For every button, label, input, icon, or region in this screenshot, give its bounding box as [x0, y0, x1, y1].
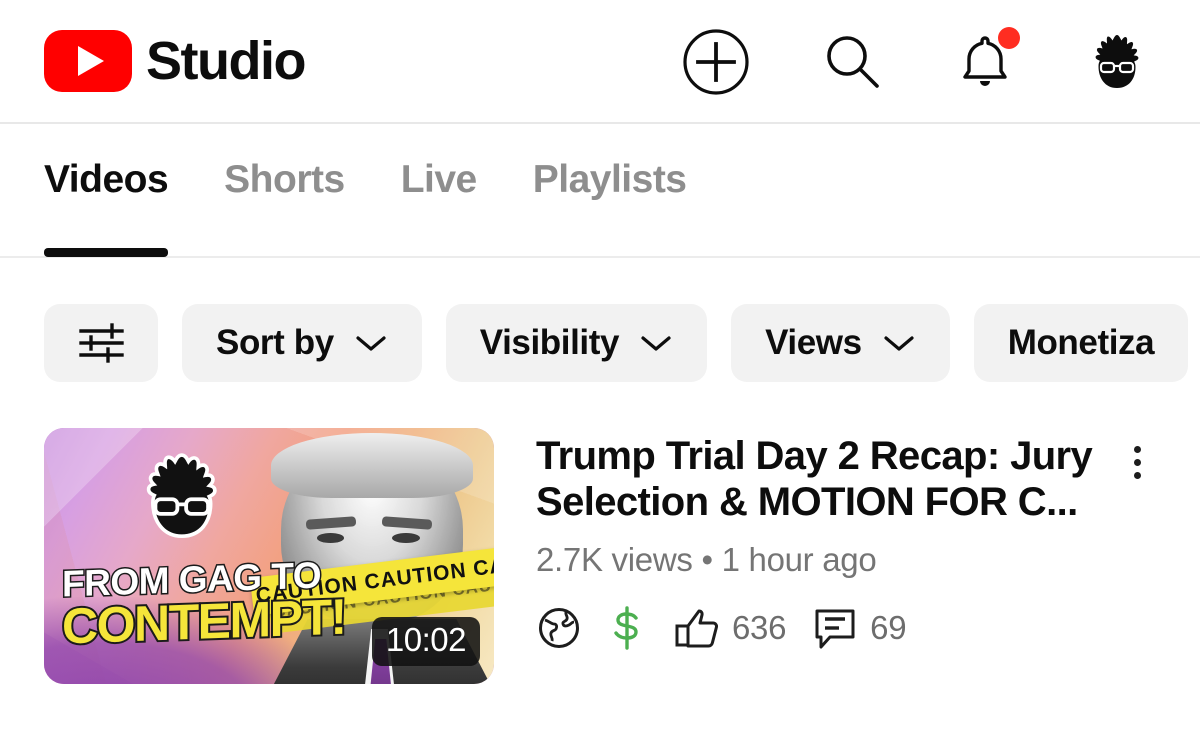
- bell-icon[interactable]: [954, 27, 1020, 93]
- monetization-status[interactable]: [608, 605, 648, 651]
- chevron-down-icon: [641, 336, 671, 351]
- video-stats-line: 2.7K views • 1 hour ago: [536, 541, 1200, 579]
- app-title: Studio: [146, 31, 306, 91]
- filter-button[interactable]: [44, 304, 158, 382]
- video-published: 1 hour ago: [721, 541, 877, 579]
- video-details: Trump Trial Day 2 Recap: Jury Selection …: [536, 428, 1200, 684]
- stats-separator: •: [701, 541, 713, 579]
- header-actions: [682, 0, 1148, 124]
- three-dot-vertical-menu-icon[interactable]: [1134, 434, 1141, 479]
- chevron-down-icon: [356, 336, 386, 351]
- brand-logo-group[interactable]: Studio: [44, 30, 306, 92]
- tune-sliders-icon: [79, 323, 124, 363]
- chip-monetization[interactable]: Monetiza: [973, 304, 1189, 382]
- video-status-icons: 636 69: [536, 605, 1200, 651]
- plus-circle-icon[interactable]: [682, 28, 750, 96]
- chip-monetization-label: Monetiza: [1007, 323, 1155, 362]
- comments-stat[interactable]: 69: [812, 605, 907, 651]
- chip-views-label: Views: [765, 323, 862, 362]
- video-views: 2.7K views: [536, 541, 693, 579]
- avatar[interactable]: [1086, 31, 1148, 93]
- tab-shorts[interactable]: Shorts: [224, 159, 345, 257]
- video-title[interactable]: Trump Trial Day 2 Recap: Jury Selection …: [536, 434, 1116, 525]
- thumbnail-headline-line2: CONTEMPT!: [60, 587, 348, 657]
- chip-views[interactable]: Views: [731, 304, 950, 382]
- chip-sort-by[interactable]: Sort by: [182, 304, 422, 382]
- thumbnail-headline: FROM GAG TO CONTEMPT!: [60, 553, 377, 657]
- search-icon[interactable]: [820, 30, 884, 94]
- tab-videos[interactable]: Videos: [44, 159, 169, 257]
- globe-public-icon: [539, 608, 579, 649]
- chip-sort-by-label: Sort by: [216, 323, 334, 362]
- likes-stat[interactable]: 636: [674, 605, 786, 651]
- channel-logo-spiky-hair-glasses-icon: [121, 451, 243, 553]
- notification-badge-dot: [998, 27, 1020, 49]
- thumbs-up-icon: [675, 609, 719, 648]
- video-title-row: Trump Trial Day 2 Recap: Jury Selection …: [536, 434, 1200, 525]
- chip-visibility-label: Visibility: [479, 323, 620, 362]
- video-list-item: CAUTION CAUTION CAUTION CAUTION CAUTION …: [0, 382, 1200, 684]
- comments-count: 69: [870, 609, 907, 647]
- app-header: Studio: [0, 0, 1200, 124]
- tab-playlists[interactable]: Playlists: [533, 159, 687, 257]
- filter-chip-bar: Sort by Visibility Views Monetiza: [0, 258, 1200, 382]
- tab-live[interactable]: Live: [401, 159, 478, 257]
- content-tabs: Videos Shorts Live Playlists: [0, 124, 1200, 258]
- dollar-sign-icon: [614, 606, 638, 650]
- visibility-status[interactable]: [536, 605, 582, 651]
- chevron-down-icon: [884, 336, 914, 351]
- comment-bubble-icon: [815, 609, 855, 649]
- video-thumbnail[interactable]: CAUTION CAUTION CAUTION CAUTION CAUTION …: [44, 428, 494, 684]
- video-duration-badge: 10:02: [371, 617, 480, 666]
- youtube-play-logo-icon: [44, 30, 132, 92]
- likes-count: 636: [732, 609, 787, 647]
- chip-visibility[interactable]: Visibility: [445, 304, 708, 382]
